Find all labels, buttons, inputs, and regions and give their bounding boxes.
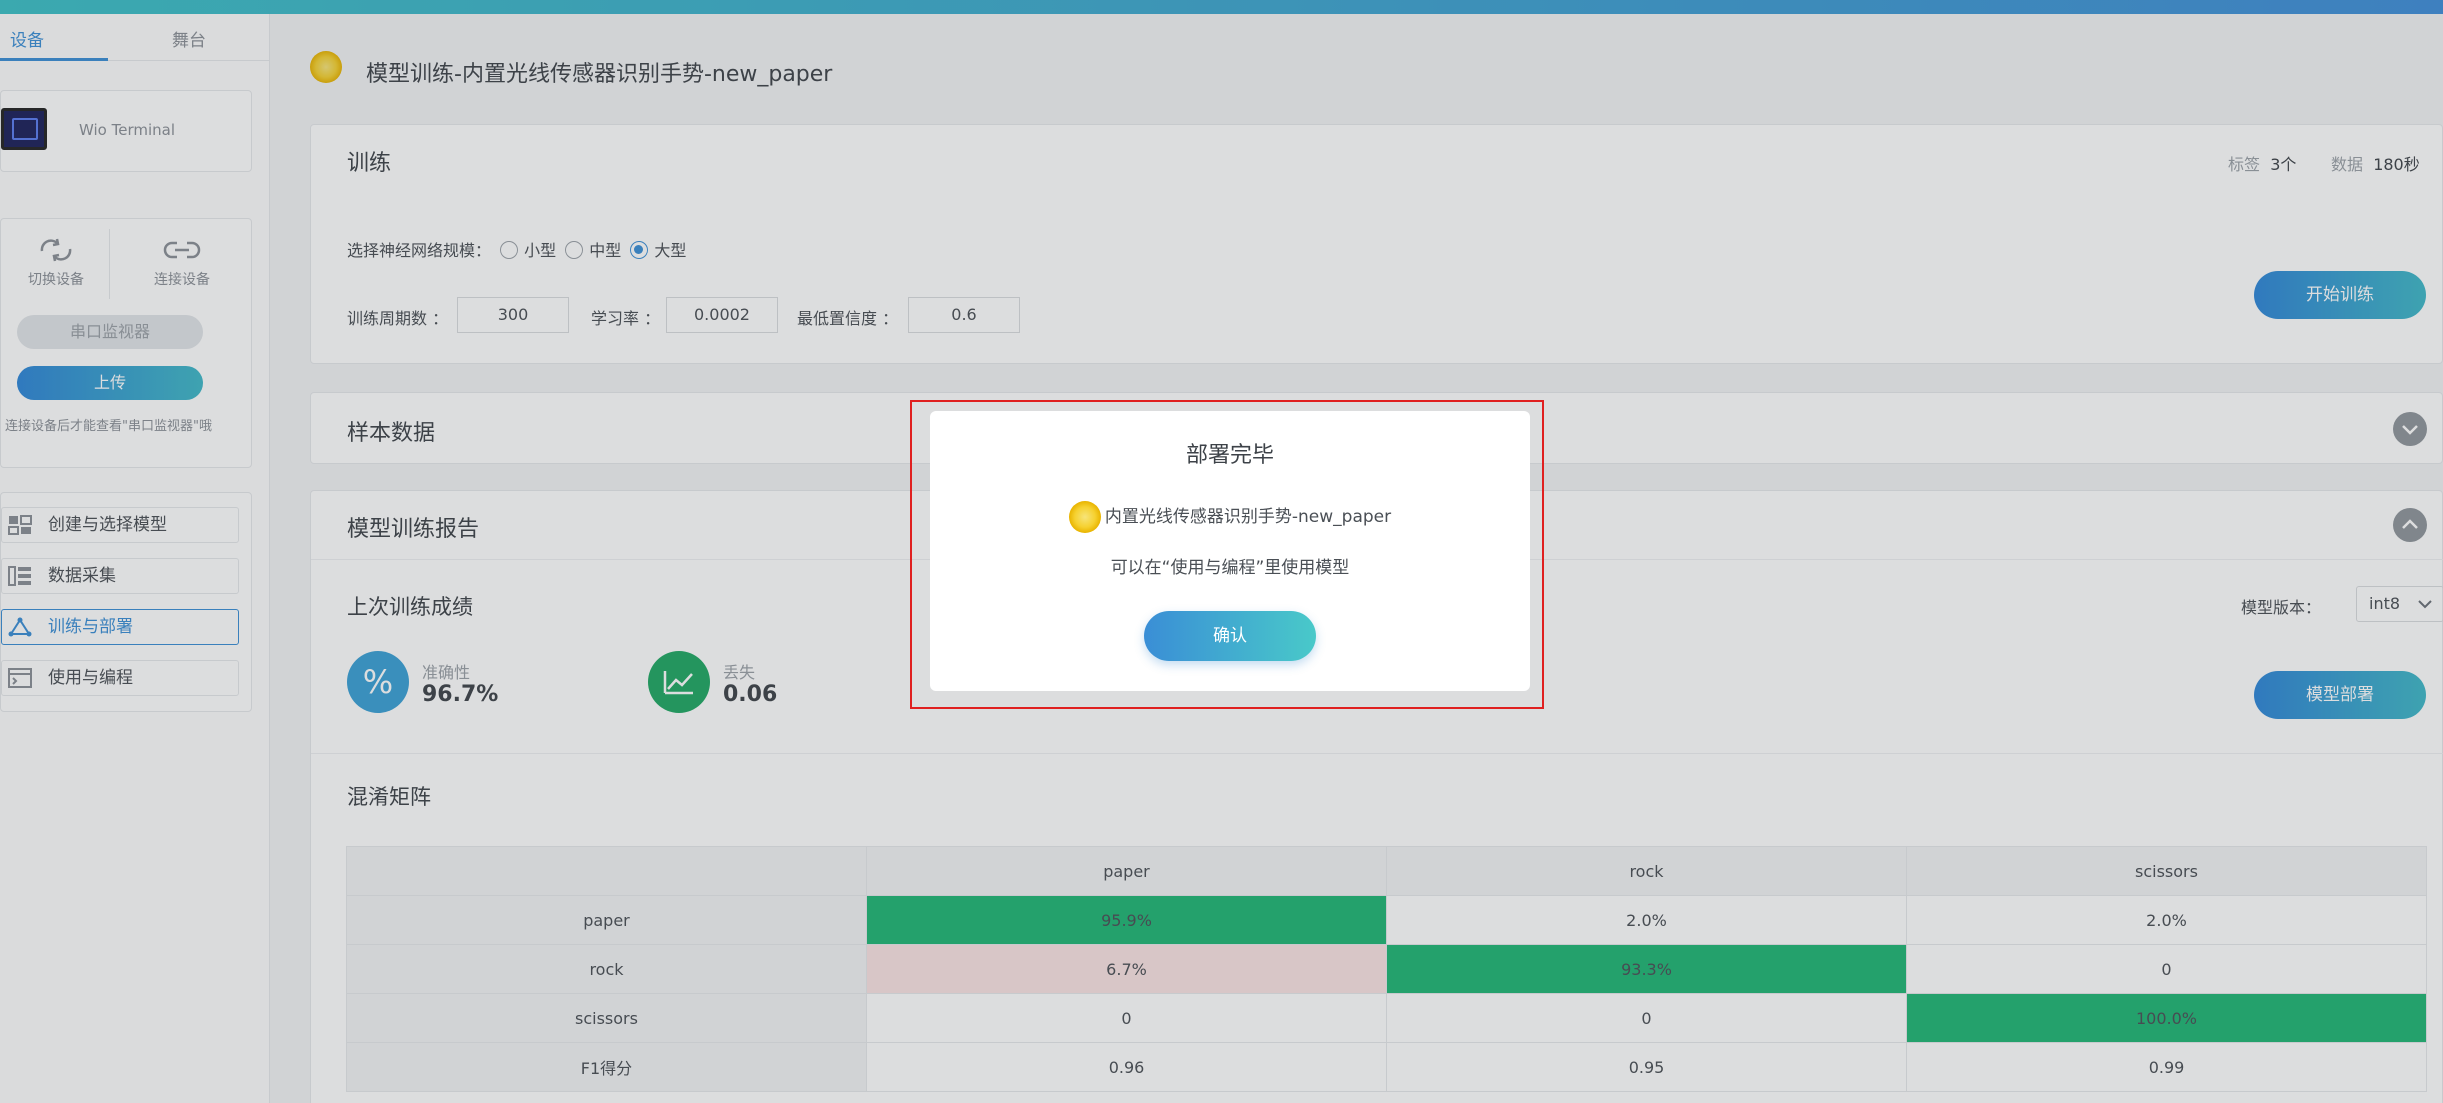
dialog-title: 部署完毕 [1185,443,1274,468]
dialog-message: 可以在“使用与编程”里使用模型 [1110,558,1350,578]
model-logo [1068,501,1101,533]
confirm-button[interactable]: 确认 [1144,611,1316,661]
dialog-model: 内置光线传感器识别手势-new_paper [930,501,1530,533]
dialog-model-name: 内置光线传感器识别手势-new_paper [1104,507,1392,527]
deploy-complete-dialog: 部署完毕 内置光线传感器识别手势-new_paper 可以在“使用与编程”里使用… [930,411,1530,691]
